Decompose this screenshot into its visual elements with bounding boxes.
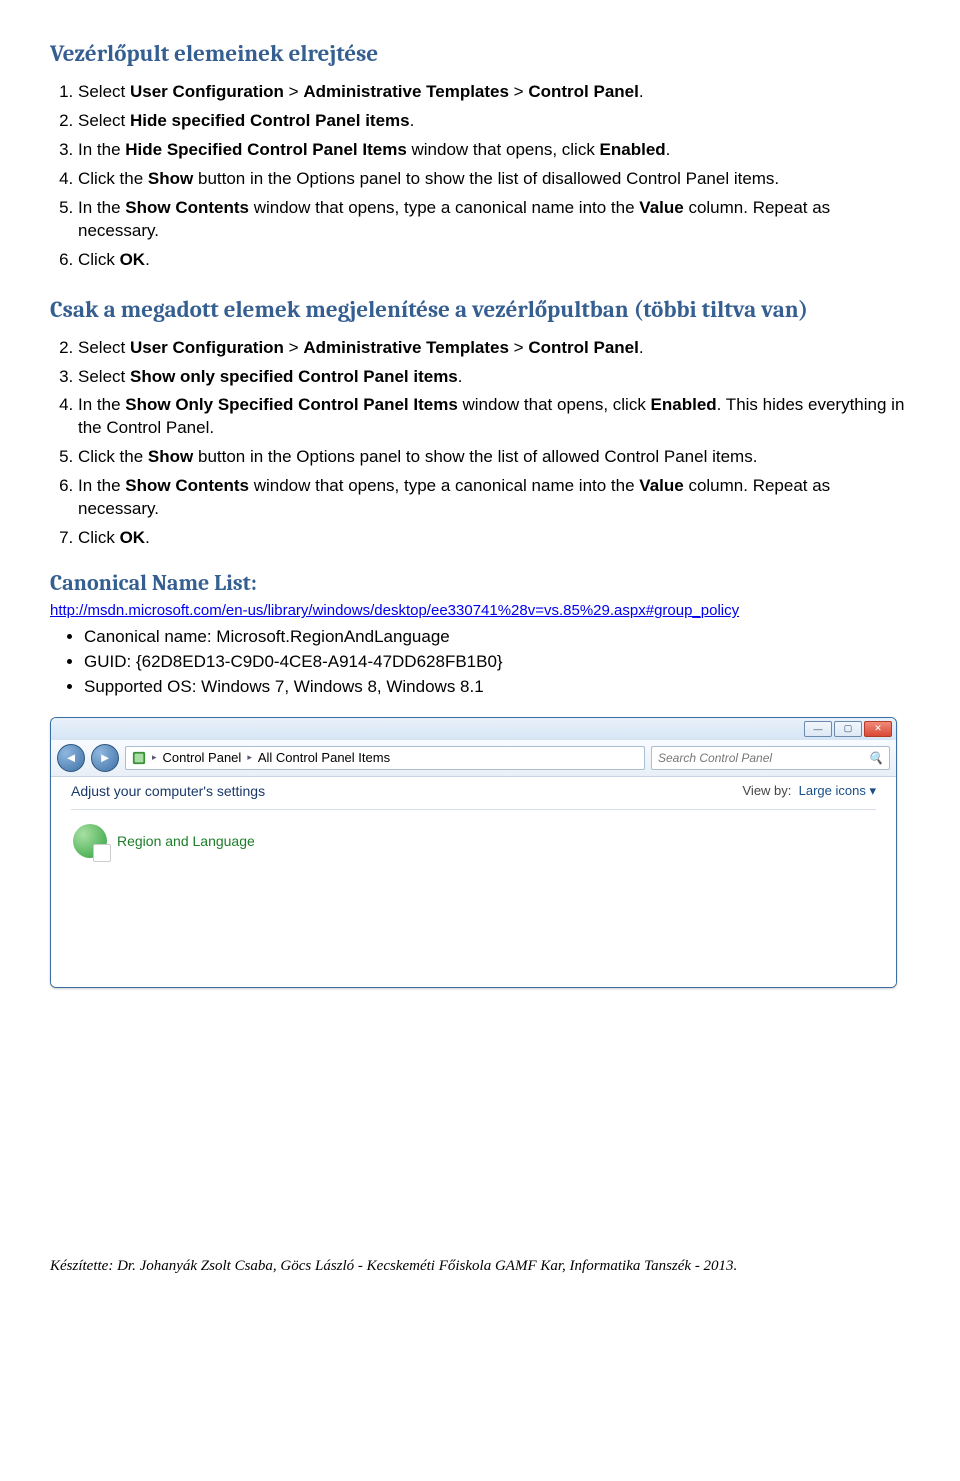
heading-hide-elements: Vezérlőpult elemeinek elrejtése (50, 40, 910, 67)
step: Select Show only specified Control Panel… (78, 366, 910, 389)
breadcrumb-segment[interactable]: All Control Panel Items (258, 750, 390, 765)
settings-header: Adjust your computer's settings View by:… (51, 777, 896, 809)
step: Click OK. (78, 527, 910, 550)
view-by-value: Large icons ▾ (799, 783, 876, 798)
canonical-info-list: Canonical name: Microsoft.RegionAndLangu… (84, 626, 910, 699)
nav-back-button[interactable]: ◄ (57, 744, 85, 772)
control-panel-icon (132, 751, 146, 765)
globe-icon (73, 824, 107, 858)
chevron-right-icon: ▸ (152, 752, 157, 763)
heading-show-only: Csak a megadott elemek megjelenítése a v… (50, 296, 910, 323)
search-placeholder: Search Control Panel (658, 751, 772, 765)
heading-canonical-list: Canonical Name List: (50, 570, 910, 596)
adjust-settings-label: Adjust your computer's settings (71, 783, 265, 799)
window-titlebar: — ▢ ✕ (51, 718, 896, 740)
step: In the Show Only Specified Control Panel… (78, 394, 910, 440)
page-footer: Készítette: Dr. Johanyák Zsolt Csaba, Gö… (50, 1258, 910, 1275)
step: In the Hide Specified Control Panel Item… (78, 139, 910, 162)
search-input[interactable]: Search Control Panel 🔍 (651, 746, 890, 770)
cp-item-label: Region and Language (117, 833, 255, 849)
search-icon: 🔍 (868, 751, 883, 765)
control-panel-body: Adjust your computer's settings View by:… (51, 777, 896, 987)
list-item: Supported OS: Windows 7, Windows 8, Wind… (84, 676, 910, 699)
list-item: Canonical name: Microsoft.RegionAndLangu… (84, 626, 910, 649)
step: Select User Configuration > Administrati… (78, 337, 910, 360)
control-panel-window: — ▢ ✕ ◄ ► ▸ Control Panel ▸ All Control … (50, 717, 897, 988)
step: Click the Show button in the Options pan… (78, 446, 910, 469)
step: Click the Show button in the Options pan… (78, 168, 910, 191)
view-by[interactable]: View by: Large icons ▾ (743, 783, 877, 799)
step: In the Show Contents window that opens, … (78, 475, 910, 521)
step: Select Hide specified Control Panel item… (78, 110, 910, 133)
step: Click OK. (78, 249, 910, 272)
chevron-right-icon: ▸ (247, 752, 252, 763)
close-button[interactable]: ✕ (864, 721, 892, 737)
address-path[interactable]: ▸ Control Panel ▸ All Control Panel Item… (125, 746, 645, 770)
step: Select User Configuration > Administrati… (78, 81, 910, 104)
list-item: GUID: {62D8ED13-C9D0-4CE8-A914-47DD628FB… (84, 651, 910, 674)
steps-show-only: Select User Configuration > Administrati… (78, 337, 910, 551)
cp-item-region-language[interactable]: Region and Language (51, 810, 896, 872)
steps-hide: Select User Configuration > Administrati… (78, 81, 910, 272)
step: In the Show Contents window that opens, … (78, 197, 910, 243)
breadcrumb-segment[interactable]: Control Panel (163, 750, 242, 765)
nav-forward-button[interactable]: ► (91, 744, 119, 772)
minimize-button[interactable]: — (804, 721, 832, 737)
view-by-label: View by: (743, 783, 792, 798)
msdn-link[interactable]: http://msdn.microsoft.com/en-us/library/… (50, 602, 739, 619)
address-bar-row: ◄ ► ▸ Control Panel ▸ All Control Panel … (51, 740, 896, 777)
maximize-button[interactable]: ▢ (834, 721, 862, 737)
